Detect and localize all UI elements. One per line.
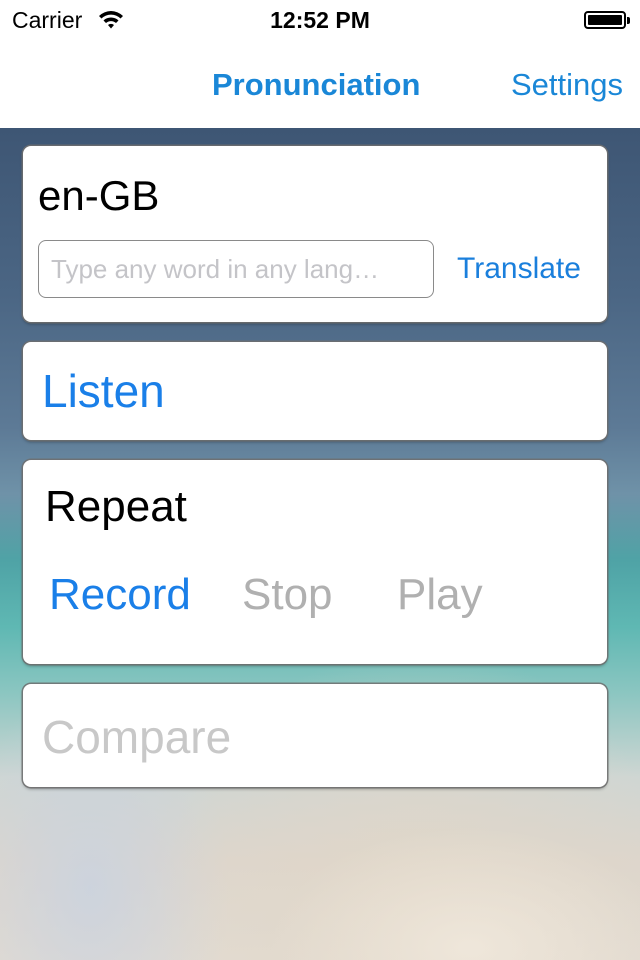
repeat-title: Repeat (45, 482, 187, 531)
nav-title-pronunciation[interactable]: Pronunciation (212, 67, 420, 103)
status-bar: Carrier 12:52 PM (0, 0, 640, 40)
battery-full-icon (584, 11, 630, 29)
language-card: en-GB Translate (23, 146, 607, 322)
word-input[interactable] (38, 240, 434, 298)
repeat-card: Repeat Record Stop Play (23, 460, 607, 664)
play-button[interactable]: Play (397, 570, 483, 620)
translate-button[interactable]: Translate (457, 252, 581, 286)
language-label[interactable]: en-GB (38, 172, 159, 220)
compare-button[interactable]: Compare (42, 710, 231, 764)
stop-button[interactable]: Stop (242, 570, 333, 620)
settings-button[interactable]: Settings (511, 67, 623, 103)
listen-card[interactable]: Listen (23, 342, 607, 440)
clock: 12:52 PM (270, 7, 370, 33)
record-button[interactable]: Record (49, 570, 191, 620)
compare-card[interactable]: Compare (23, 684, 607, 787)
listen-button[interactable]: Listen (42, 364, 165, 418)
navigation-bar: Pronunciation Settings (0, 40, 640, 128)
